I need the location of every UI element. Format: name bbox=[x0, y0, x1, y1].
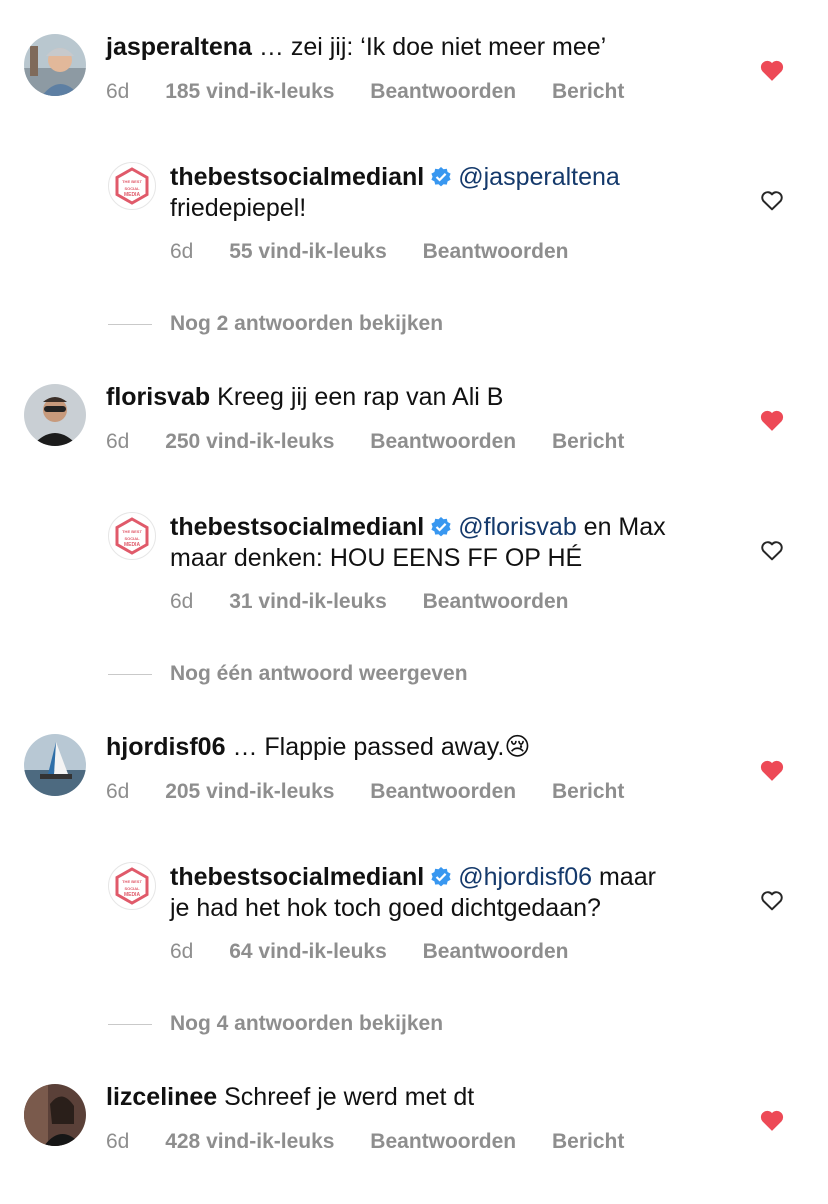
brand-logo-icon: THE BEST SOCIAL MEDIA bbox=[115, 517, 149, 555]
brand-logo-icon: THE BEST SOCIAL MEDIA bbox=[115, 867, 149, 905]
comment-username[interactable]: florisvab bbox=[106, 383, 210, 411]
verified-badge-icon bbox=[431, 517, 451, 537]
likes-count[interactable]: 55 vind-ik-leuks bbox=[229, 240, 387, 263]
reply-username[interactable]: thebestsocialmedianl bbox=[170, 513, 424, 541]
comment-text: … zei jij: ‘Ik doe niet meer mee’ bbox=[258, 33, 607, 61]
brand-avatar[interactable]: THE BEST SOCIAL MEDIA bbox=[108, 512, 156, 560]
message-button[interactable]: Bericht bbox=[552, 80, 624, 103]
likes-count[interactable]: 428 vind-ik-leuks bbox=[165, 1130, 334, 1153]
svg-text:SOCIAL: SOCIAL bbox=[124, 886, 140, 891]
reply-time: 6d bbox=[170, 940, 194, 963]
comment-text: … Flappie passed away. bbox=[232, 733, 505, 761]
reply-text: maar denken: HOU EENS FF OP HÉ bbox=[170, 544, 583, 572]
view-more-replies-button[interactable]: Nog 2 antwoorden bekijken bbox=[170, 312, 443, 336]
comment-username[interactable]: jasperaltena bbox=[106, 33, 252, 61]
svg-text:MEDIA: MEDIA bbox=[124, 892, 141, 898]
avatar[interactable] bbox=[24, 734, 86, 796]
heart-filled-icon[interactable] bbox=[759, 758, 785, 782]
likes-count[interactable]: 185 vind-ik-leuks bbox=[165, 80, 334, 103]
comment-time: 6d bbox=[106, 80, 130, 103]
reply-text-rest: maar bbox=[592, 863, 656, 891]
heart-filled-icon[interactable] bbox=[759, 58, 785, 82]
crying-emoji-icon: 😢 bbox=[504, 733, 531, 761]
reply-username[interactable]: thebestsocialmedianl bbox=[170, 863, 424, 891]
view-more-replies-button[interactable]: Nog één antwoord weergeven bbox=[170, 662, 468, 686]
comment-username[interactable]: lizcelinee bbox=[106, 1083, 217, 1111]
avatar[interactable] bbox=[24, 34, 86, 96]
svg-text:THE BEST: THE BEST bbox=[122, 529, 142, 534]
view-more-replies-button[interactable]: Nog 4 antwoorden bekijken bbox=[170, 1012, 443, 1036]
svg-text:THE BEST: THE BEST bbox=[122, 879, 142, 884]
verified-badge-icon bbox=[431, 867, 451, 887]
brand-logo-icon: THE BEST SOCIAL MEDIA bbox=[115, 167, 149, 205]
divider-line bbox=[108, 674, 152, 675]
reply-text: friedepiepel! bbox=[170, 194, 307, 222]
reply-button[interactable]: Beantwoorden bbox=[370, 80, 516, 103]
verified-badge-icon bbox=[431, 167, 451, 187]
divider-line bbox=[108, 1024, 152, 1025]
reply-username[interactable]: thebestsocialmedianl bbox=[170, 163, 424, 191]
likes-count[interactable]: 250 vind-ik-leuks bbox=[165, 430, 334, 453]
reply-button[interactable]: Beantwoorden bbox=[370, 780, 516, 803]
reply-time: 6d bbox=[170, 240, 194, 263]
mention-link[interactable]: @florisvab bbox=[458, 513, 576, 541]
mention-link[interactable]: @hjordisf06 bbox=[458, 863, 592, 891]
likes-count[interactable]: 205 vind-ik-leuks bbox=[165, 780, 334, 803]
heart-outline-icon[interactable] bbox=[759, 538, 785, 562]
reply-button[interactable]: Beantwoorden bbox=[423, 940, 569, 963]
reply-button[interactable]: Beantwoorden bbox=[423, 240, 569, 263]
brand-avatar[interactable]: THE BEST SOCIAL MEDIA bbox=[108, 862, 156, 910]
divider-line bbox=[108, 324, 152, 325]
svg-text:SOCIAL: SOCIAL bbox=[124, 536, 140, 541]
comment-time: 6d bbox=[106, 1130, 130, 1153]
message-button[interactable]: Bericht bbox=[552, 430, 624, 453]
comment-username[interactable]: hjordisf06 bbox=[106, 733, 225, 761]
mention-link[interactable]: @jasperaltena bbox=[458, 163, 620, 191]
heart-filled-icon[interactable] bbox=[759, 408, 785, 432]
svg-text:SOCIAL: SOCIAL bbox=[124, 186, 140, 191]
comment-text: Kreeg jij een rap van Ali B bbox=[217, 383, 504, 411]
reply-button[interactable]: Beantwoorden bbox=[370, 1130, 516, 1153]
comment-time: 6d bbox=[106, 430, 130, 453]
svg-text:THE BEST: THE BEST bbox=[122, 179, 142, 184]
reply-text: je had het hok toch goed dichtgedaan? bbox=[170, 894, 601, 922]
brand-avatar[interactable]: THE BEST SOCIAL MEDIA bbox=[108, 162, 156, 210]
heart-outline-icon[interactable] bbox=[759, 888, 785, 912]
reply-button[interactable]: Beantwoorden bbox=[423, 590, 569, 613]
avatar[interactable] bbox=[24, 384, 86, 446]
svg-text:MEDIA: MEDIA bbox=[124, 192, 141, 198]
message-button[interactable]: Bericht bbox=[552, 780, 624, 803]
comment-text: Schreef je werd met dt bbox=[224, 1083, 475, 1111]
heart-outline-icon[interactable] bbox=[759, 188, 785, 212]
reply-text-rest: en Max bbox=[576, 513, 666, 541]
svg-text:MEDIA: MEDIA bbox=[124, 542, 141, 548]
heart-filled-icon[interactable] bbox=[759, 1108, 785, 1132]
comment-time: 6d bbox=[106, 780, 130, 803]
likes-count[interactable]: 64 vind-ik-leuks bbox=[229, 940, 387, 963]
likes-count[interactable]: 31 vind-ik-leuks bbox=[229, 590, 387, 613]
reply-button[interactable]: Beantwoorden bbox=[370, 430, 516, 453]
message-button[interactable]: Bericht bbox=[552, 1130, 624, 1153]
reply-time: 6d bbox=[170, 590, 194, 613]
avatar[interactable] bbox=[24, 1084, 86, 1146]
